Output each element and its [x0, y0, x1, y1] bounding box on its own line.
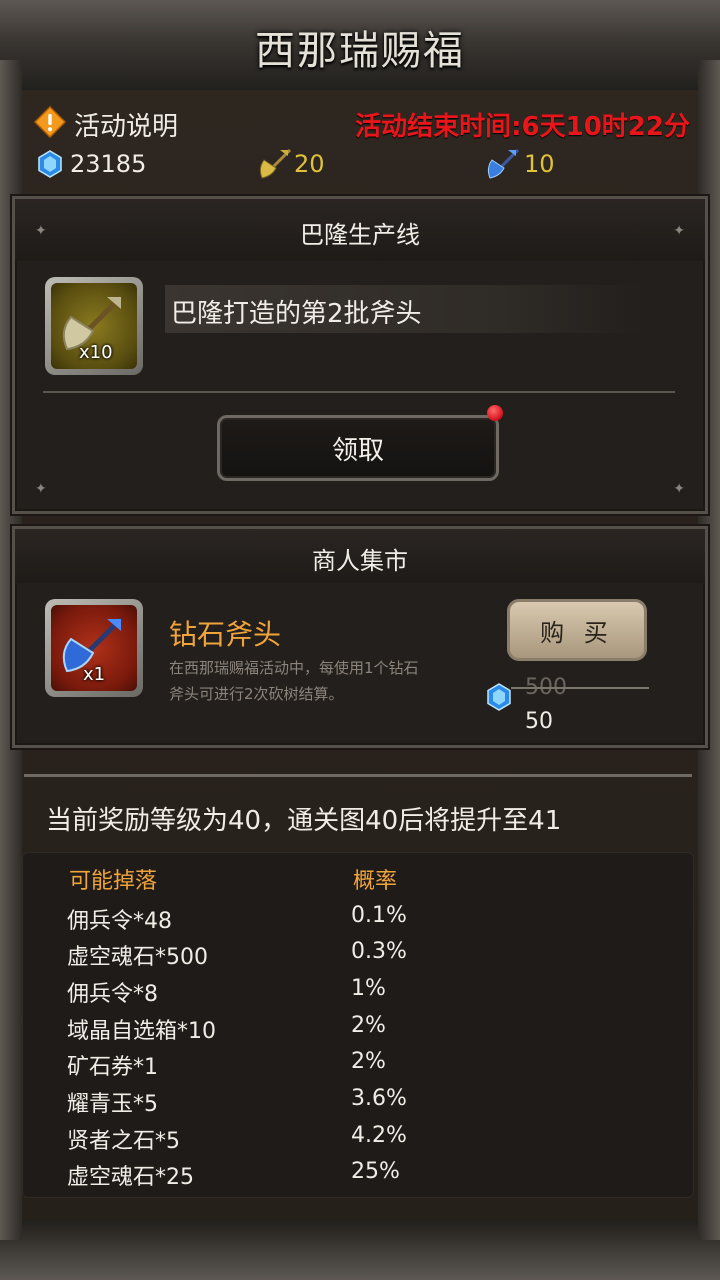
table-row: 耀青玉*5 3.6%	[23, 1086, 693, 1122]
table-row: 域晶自选箱*10 2%	[23, 1013, 693, 1049]
drop-rate: 1%	[351, 976, 386, 1001]
page-title: 西那瑞赐福	[255, 28, 465, 74]
column-header-drop: 可能掉落	[69, 869, 158, 894]
drop-rate: 4.2%	[351, 1123, 407, 1148]
sale-price: 50	[525, 709, 553, 734]
diamond-axe-item-slot[interactable]: x1	[45, 599, 143, 697]
activity-header: 活动说明 活动结束时间:6天10时22分	[32, 104, 690, 144]
column-header-rate: 概率	[353, 869, 398, 894]
drop-item: 虚空魂石*500	[67, 945, 208, 970]
market-item-description: 在西那瑞赐福活动中，每使用1个钻石	[169, 659, 419, 677]
market-item-description: 斧头可进行2次砍树结算。	[169, 685, 344, 703]
gold-axe-item-slot[interactable]: x10	[45, 277, 143, 375]
gem-icon	[487, 683, 511, 711]
drop-rate: 3.6%	[351, 1086, 407, 1111]
drop-rate: 0.3%	[351, 939, 407, 964]
section-separator	[24, 774, 692, 777]
corner-ornament-icon: ✦	[35, 481, 47, 497]
table-row: 佣兵令*8 1%	[23, 976, 693, 1012]
market-item-name: 钻石斧头	[169, 618, 282, 651]
gold-axe-count: 20	[294, 150, 325, 178]
drop-rate: 2%	[351, 1013, 386, 1038]
drop-item: 虚空魂石*25	[67, 1165, 194, 1190]
gem-count: 23185	[70, 150, 147, 178]
gem-icon	[38, 150, 62, 178]
table-row: 矿石券*1 2%	[23, 1049, 693, 1085]
drop-rate: 0.1%	[351, 903, 407, 928]
claim-button-label: 领取	[331, 435, 384, 466]
drop-item: 佣兵令*8	[67, 982, 158, 1007]
drop-item: 耀青玉*5	[67, 1092, 158, 1117]
claim-button[interactable]: 领取	[217, 415, 499, 481]
drop-rate: 25%	[351, 1159, 400, 1184]
drop-rate: 2%	[351, 1049, 386, 1074]
diamond-axe-icon	[487, 148, 520, 179]
item-quantity: x1	[83, 664, 106, 685]
price-strikethrough	[511, 687, 649, 689]
drop-item: 矿石券*1	[67, 1055, 158, 1080]
production-item-name: 巴隆打造的第2批斧头	[171, 299, 422, 329]
table-row: 贤者之石*5 4.2%	[23, 1123, 693, 1159]
panel-divider	[43, 391, 675, 393]
production-panel-title: 巴隆生产线	[300, 221, 420, 249]
reward-level-text: 当前奖励等级为40，通关图40后将提升至41	[46, 806, 562, 836]
market-panel-title: 商人集市	[312, 547, 408, 575]
gold-axe-icon	[259, 148, 292, 179]
buy-button[interactable]: 购 买	[507, 599, 647, 661]
drop-item: 贤者之石*5	[67, 1129, 180, 1154]
drop-rate-table: 可能掉落 概率 佣兵令*48 0.1% 虚空魂石*500 0.3% 佣兵令*8 …	[22, 852, 694, 1198]
table-row: 佣兵令*48 0.1%	[23, 903, 693, 939]
currency-bar: 23185 20 10	[32, 148, 690, 184]
activity-description-link[interactable]: 活动说明	[74, 106, 178, 143]
table-row: 虚空魂石*25 25%	[23, 1159, 693, 1195]
drop-item: 域晶自选箱*10	[67, 1019, 216, 1044]
table-row: 虚空魂石*500 0.3%	[23, 939, 693, 975]
market-panel: 商人集市 x1 钻石斧头 在西那瑞赐福活动中，每使用1个钻石 斧头可进行2次砍树…	[12, 526, 708, 748]
notification-dot	[487, 405, 503, 421]
warning-diamond-icon[interactable]	[34, 106, 66, 138]
item-quantity: x10	[79, 342, 113, 363]
diamond-axe-count: 10	[524, 150, 555, 178]
production-panel-header: 巴隆生产线	[15, 199, 705, 261]
production-panel: 巴隆生产线 ✦ ✦ ✦ ✦ x10 巴隆打造的第2批斧头 领取	[12, 196, 708, 514]
corner-ornament-icon: ✦	[35, 223, 47, 239]
buy-button-label: 购 买	[540, 618, 614, 647]
corner-ornament-icon: ✦	[673, 223, 685, 239]
market-panel-header: 商人集市	[15, 529, 705, 583]
corner-ornament-icon: ✦	[673, 481, 685, 497]
drop-item: 佣兵令*48	[67, 909, 172, 934]
activity-end-time: 活动结束时间:6天10时22分	[355, 112, 690, 142]
